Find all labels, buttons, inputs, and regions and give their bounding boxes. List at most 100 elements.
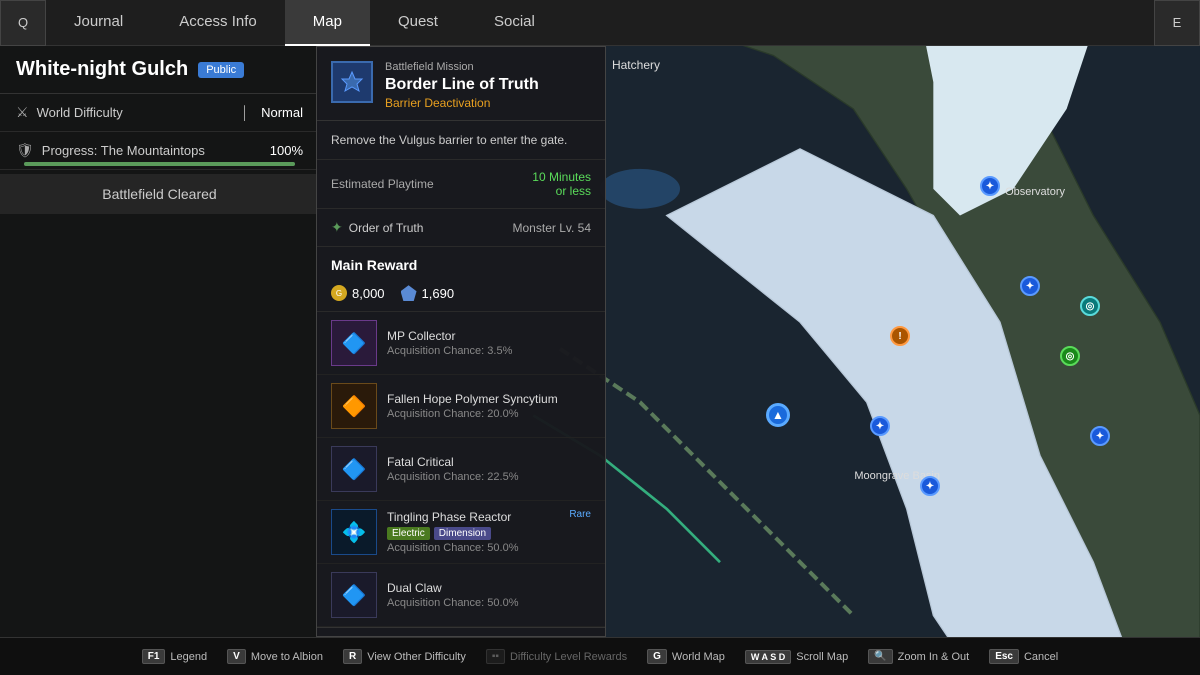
world-map-label: World Map: [672, 651, 725, 663]
reward-info-3: Tingling Phase Reactor Electric Dimensio…: [387, 510, 591, 554]
tag-electric: Electric: [387, 527, 430, 540]
mission-popup: Battlefield Mission Border Line of Truth…: [316, 46, 606, 637]
player-marker: ▲: [766, 403, 790, 427]
map-marker-4[interactable]: ✦: [920, 476, 940, 496]
nav-key-q[interactable]: Q: [0, 0, 46, 46]
reward-chance-1: Acquisition Chance: 20.0%: [387, 408, 591, 420]
reward-chance-2: Acquisition Chance: 22.5%: [387, 471, 591, 483]
reward-img-3: 💠: [331, 509, 377, 555]
reward-info-0: MP Collector Acquisition Chance: 3.5%: [387, 329, 591, 357]
scroll-map-label: Scroll Map: [796, 651, 848, 663]
world-difficulty-label: World Difficulty: [37, 105, 233, 120]
playtime-value: 10 Minutesor less: [532, 170, 591, 198]
mission-type: Battlefield Mission: [385, 61, 539, 73]
mission-name: Border Line of Truth: [385, 75, 539, 94]
mission-description: Remove the Vulgus barrier to enter the g…: [317, 121, 605, 160]
rare-badge-3: Rare: [569, 509, 591, 520]
reward-item-3: 💠 Tingling Phase Reactor Electric Dimens…: [317, 501, 605, 564]
observatory-label: Observatory: [1005, 186, 1065, 198]
progress-icon: 🛡: [16, 142, 34, 159]
reward-chance-3: Acquisition Chance: 50.0%: [387, 542, 591, 554]
order-icon: ✦: [331, 219, 343, 236]
move-albion-action[interactable]: V Move to Albion: [227, 649, 323, 664]
location-header: White-night Gulch Public: [0, 46, 319, 94]
g-key: G: [647, 649, 667, 664]
order-row: ✦ Order of Truth Monster Lv. 54: [317, 209, 605, 247]
zoom-icon: 🔍: [868, 649, 892, 664]
progress-value: 100%: [270, 143, 303, 158]
crystal-amount: 1,690: [401, 285, 455, 301]
crystal-icon: [401, 285, 417, 301]
mission-header: Battlefield Mission Border Line of Truth…: [317, 47, 605, 121]
move-albion-label: Move to Albion: [251, 651, 323, 663]
reward-name-1: Fallen Hope Polymer Syncytium: [387, 392, 591, 406]
reward-name-3: Tingling Phase Reactor: [387, 510, 591, 524]
mission-info: Battlefield Mission Border Line of Truth…: [385, 61, 539, 110]
reward-img-2: 🔷: [331, 446, 377, 492]
world-difficulty-value: Normal: [261, 105, 303, 120]
reward-name-2: Fatal Critical: [387, 455, 591, 469]
nav-key-e[interactable]: E: [1154, 0, 1200, 46]
reward-img-1: 🔶: [331, 383, 377, 429]
tab-quest[interactable]: Quest: [370, 0, 466, 46]
tab-social[interactable]: Social: [466, 0, 563, 46]
map-marker-2[interactable]: ✦: [1020, 276, 1040, 296]
cancel-action[interactable]: Esc Cancel: [989, 649, 1058, 664]
reward-name-0: MP Collector: [387, 329, 591, 343]
f1-key: F1: [142, 649, 166, 664]
map-marker-observatory[interactable]: ✦: [980, 176, 1000, 196]
reward-img-4: 🔷: [331, 572, 377, 618]
esc-key: Esc: [989, 649, 1019, 664]
battlefield-cleared: Battlefield Cleared: [0, 174, 319, 214]
legend-action: F1 Legend: [142, 649, 207, 664]
reward-name-4: Dual Claw: [387, 581, 591, 595]
map-marker-1[interactable]: !: [890, 326, 910, 346]
reward-chance-4: Acquisition Chance: 50.0%: [387, 597, 591, 609]
progress-bar: [24, 162, 295, 166]
bottom-bar: F1 Legend V Move to Albion R View Other …: [0, 637, 1200, 675]
tab-map[interactable]: Map: [285, 0, 370, 46]
world-map-action[interactable]: G World Map: [647, 649, 725, 664]
gold-icon: G: [331, 285, 347, 301]
order-name: ✦ Order of Truth: [331, 219, 423, 236]
playtime-label: Estimated Playtime: [331, 177, 434, 191]
reward-info-4: Dual Claw Acquisition Chance: 50.0%: [387, 581, 591, 609]
order-level: Monster Lv. 54: [513, 221, 591, 235]
r-key: R: [343, 649, 362, 664]
hatchery-label: Hatchery: [612, 58, 660, 72]
tag-dimension: Dimension: [434, 527, 491, 540]
map-marker-green[interactable]: ◎: [1060, 346, 1080, 366]
map-marker-5[interactable]: ✦: [1090, 426, 1110, 446]
top-navigation: Q Journal Access Info Map Quest Social E: [0, 0, 1200, 46]
zoom-action[interactable]: 🔍 Zoom In & Out: [868, 649, 969, 664]
cancel-label: Cancel: [1024, 651, 1058, 663]
mission-subtype: Barrier Deactivation: [385, 96, 539, 110]
legend-label: Legend: [170, 651, 207, 663]
gold-amount: G 8,000: [331, 285, 385, 301]
view-difficulty-action[interactable]: R View Other Difficulty: [343, 649, 466, 664]
v-key: V: [227, 649, 246, 664]
reward-item-0: 🔷 MP Collector Acquisition Chance: 3.5%: [317, 312, 605, 375]
mission-icon: [331, 61, 373, 103]
map-marker-3[interactable]: ✦: [870, 416, 890, 436]
main-reward-header: Main Reward: [317, 247, 605, 279]
scroll-map-action[interactable]: W A S D Scroll Map: [745, 650, 848, 664]
difficulty-rewards-action: ▪▪ Difficulty Level Rewards: [486, 649, 627, 664]
view-difficulty-label: View Other Difficulty: [367, 651, 466, 663]
reward-item-1: 🔶 Fallen Hope Polymer Syncytium Acquisit…: [317, 375, 605, 438]
popup-footer: X Way Point T Elite Vulgus Effect Alt + …: [317, 627, 605, 637]
location-title: White-night Gulch: [16, 58, 188, 81]
map-marker-teal[interactable]: ◎: [1080, 296, 1100, 316]
difficulty-icon: ⚔: [16, 104, 29, 121]
tab-access-info[interactable]: Access Info: [151, 0, 285, 46]
reward-item-2: 🔷 Fatal Critical Acquisition Chance: 22.…: [317, 438, 605, 501]
progress-bar-fill: [24, 162, 295, 166]
zoom-label: Zoom In & Out: [898, 651, 970, 663]
public-badge: Public: [198, 62, 244, 78]
progress-label: Progress: The Mountaintops: [42, 143, 262, 158]
reward-item-4: 🔷 Dual Claw Acquisition Chance: 50.0%: [317, 564, 605, 627]
reward-img-0: 🔷: [331, 320, 377, 366]
reward-info-1: Fallen Hope Polymer Syncytium Acquisitio…: [387, 392, 591, 420]
tab-journal[interactable]: Journal: [46, 0, 151, 46]
difficulty-rewards-label: Difficulty Level Rewards: [510, 651, 627, 663]
